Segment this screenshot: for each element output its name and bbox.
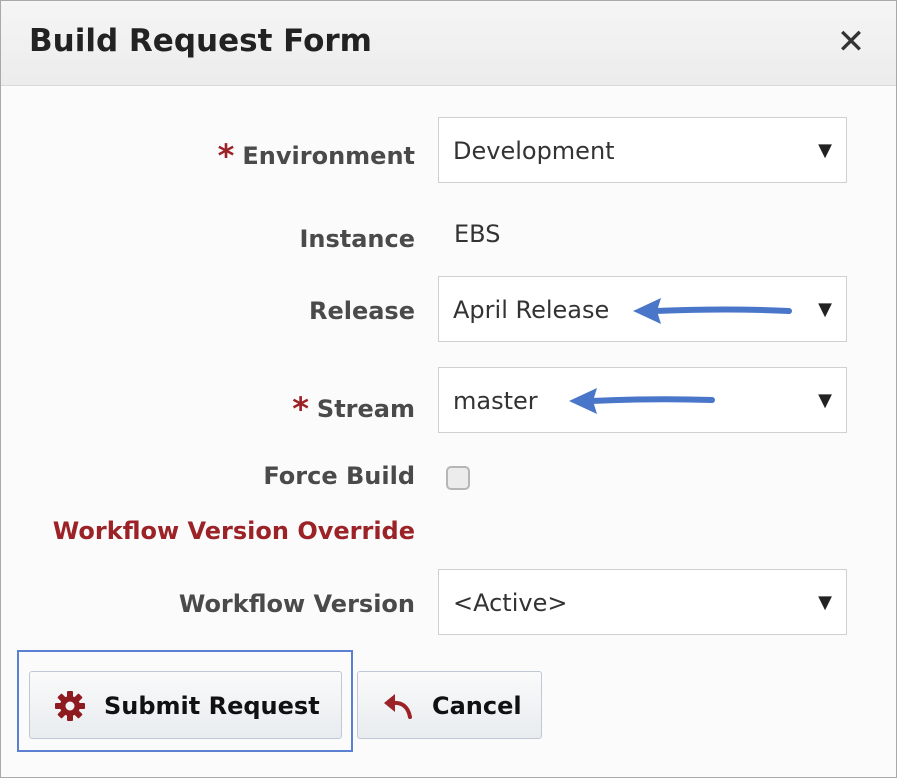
dialog-titlebar: Build Request Form ✕ (1, 1, 896, 86)
workflow-version-label: Workflow Version (178, 590, 415, 618)
required-marker: * (217, 137, 235, 175)
stream-select-value: master (453, 387, 538, 415)
workflow-version-select[interactable]: <Active> ▼ (438, 569, 847, 635)
required-marker: * (292, 390, 309, 428)
stream-label: * Stream (292, 390, 415, 428)
chevron-down-icon: ▼ (818, 140, 832, 161)
workflow-override-heading: Workflow Version Override (52, 517, 415, 545)
undo-arrow-icon (384, 694, 412, 719)
submit-request-label: Submit Request (104, 692, 320, 720)
cancel-button[interactable]: Cancel (357, 671, 542, 739)
build-request-dialog: Build Request Form ✕ * Environment Develo… (0, 0, 897, 778)
annotation-arrow-icon (633, 298, 792, 324)
instance-label: Instance (299, 225, 415, 253)
environment-select-value: Development (453, 137, 615, 165)
instance-value: EBS (454, 220, 501, 248)
dialog-title: Build Request Form (29, 23, 372, 59)
workflow-version-select-value: <Active> (453, 589, 568, 617)
chevron-down-icon: ▼ (818, 299, 832, 320)
chevron-down-icon: ▼ (818, 592, 832, 613)
release-label: Release (308, 297, 415, 325)
environment-select[interactable]: Development ▼ (438, 117, 847, 183)
cancel-label: Cancel (432, 692, 522, 720)
environment-label: * Environment (217, 137, 415, 175)
submit-request-button[interactable]: Submit Request (29, 671, 342, 739)
annotation-arrow-icon (569, 388, 715, 414)
release-select-value: April Release (453, 296, 610, 324)
close-icon[interactable]: ✕ (836, 25, 866, 59)
gear-icon (55, 691, 85, 721)
force-build-checkbox[interactable] (446, 466, 470, 490)
force-build-label: Force Build (263, 462, 415, 490)
chevron-down-icon: ▼ (818, 390, 832, 411)
